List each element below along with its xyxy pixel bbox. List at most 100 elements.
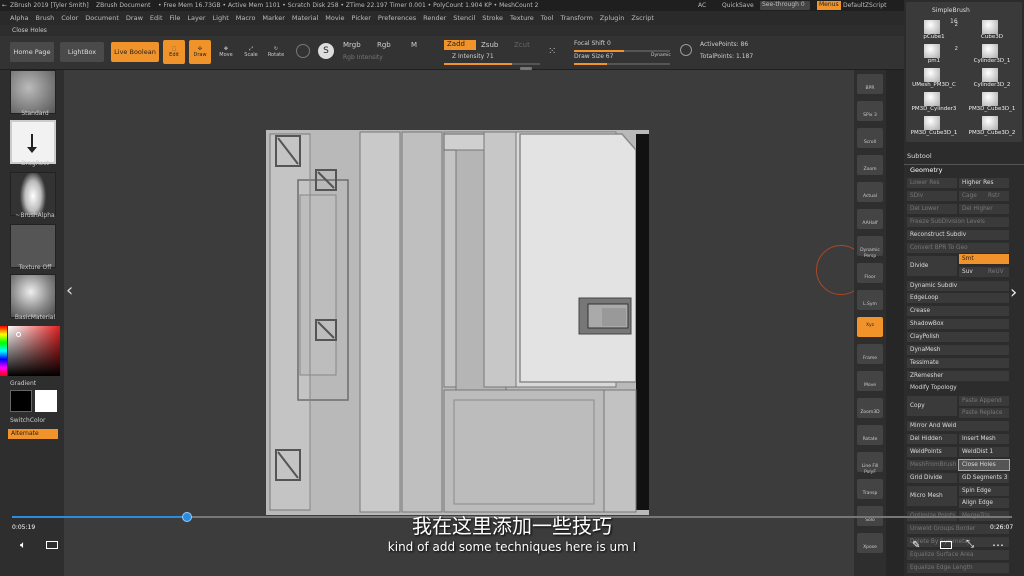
hue-strip[interactable] xyxy=(0,326,7,376)
geometry-paste-replace[interactable]: Paste Replace xyxy=(959,408,1009,418)
geometry-spin-edge[interactable]: Spin Edge xyxy=(959,486,1009,496)
geometry-meshfrombrush[interactable]: MeshFromBrush xyxy=(907,460,957,470)
zcut-button[interactable]: Zcut xyxy=(514,41,530,49)
color-picker[interactable] xyxy=(8,326,60,376)
menu-item-picker[interactable]: Picker xyxy=(352,14,371,22)
menu-item-layer[interactable]: Layer xyxy=(187,14,205,22)
menu-item-color[interactable]: Color xyxy=(61,14,78,22)
geometry-reuv[interactable]: ReUV xyxy=(985,267,1009,277)
geometry-modify-topology[interactable]: Modify Topology xyxy=(907,383,1009,393)
subtool-item[interactable]: Cylinder3D_1 xyxy=(964,44,1020,66)
geometry-dynamic-subdiv[interactable]: Dynamic Subdiv xyxy=(907,281,1009,291)
menu-item-movie[interactable]: Movie xyxy=(325,14,344,22)
geometry-insert-mesh[interactable]: Insert Mesh xyxy=(959,434,1009,444)
dragrect-stroke-thumbnail[interactable] xyxy=(10,120,56,164)
dynamic-button[interactable]: Dynamic xyxy=(651,53,671,58)
menu-item-preferences[interactable]: Preferences xyxy=(378,14,416,22)
menu-item-file[interactable]: File xyxy=(170,14,181,22)
menu-item-light[interactable]: Light xyxy=(213,14,229,22)
seethrough-slider[interactable]: See-through 0 xyxy=(760,1,810,10)
geometry-zremesher[interactable]: ZRemesher xyxy=(907,371,1009,381)
geometry-micro-mesh[interactable]: Micro Mesh xyxy=(907,486,957,506)
subtool-item[interactable]: Cylinder3D_2 xyxy=(964,68,1020,90)
geometry-lower-res[interactable]: Lower Res xyxy=(907,178,957,188)
move-button[interactable]: ✥ Move xyxy=(215,40,237,64)
menu-item-texture[interactable]: Texture xyxy=(510,14,534,22)
menu-item-material[interactable]: Material xyxy=(292,14,318,22)
menu-item-zplugin[interactable]: Zplugin xyxy=(600,14,625,22)
geometry-del-hidden[interactable]: Del Hidden xyxy=(907,434,957,444)
geometry-rstr[interactable]: Rstr xyxy=(985,191,1009,201)
menu-item-edit[interactable]: Edit xyxy=(150,14,163,22)
rtool-actual[interactable]: Actual xyxy=(857,182,883,202)
menu-item-brush[interactable]: Brush xyxy=(35,14,54,22)
geometry-reconstruct[interactable]: Reconstruct Subdiv xyxy=(907,230,1009,240)
sphere-icon[interactable] xyxy=(296,44,310,58)
rtool-zoom3d[interactable]: Zoom3D xyxy=(857,398,883,418)
rtool-frame[interactable]: Frame xyxy=(857,344,883,364)
rtool-line-fill-polyf[interactable]: Line Fill PolyF xyxy=(857,452,883,475)
menus-button[interactable]: Menus xyxy=(817,1,841,10)
draw-button[interactable]: ✣ Draw xyxy=(189,40,211,64)
home-page-button[interactable]: Home Page xyxy=(10,42,54,62)
subtool-item[interactable]: pCube1 2 xyxy=(906,20,962,42)
geometry-grid-divide[interactable]: Grid Divide xyxy=(907,473,957,483)
alternate-button[interactable]: Alternate xyxy=(8,429,58,439)
z-intensity-slider[interactable] xyxy=(444,63,540,65)
material-thumbnail[interactable] xyxy=(10,274,56,318)
live-boolean-button[interactable]: Live Boolean xyxy=(111,42,159,62)
menu-item-transform[interactable]: Transform xyxy=(560,14,592,22)
rtool-dynamic-persp[interactable]: Dynamic Persp xyxy=(857,236,883,259)
scale-button[interactable]: ⤢ Scale xyxy=(240,40,262,64)
default-zscript[interactable]: DefaultZScript xyxy=(843,2,886,9)
subtool-item[interactable]: UMesh_PM3D_C xyxy=(906,68,962,90)
mrgb-button[interactable]: Mrgb xyxy=(343,41,361,49)
rtool-l-sym[interactable]: L.Sym xyxy=(857,290,883,310)
rotate-button[interactable]: ↻ Rotate xyxy=(265,40,287,64)
standard-brush-thumbnail[interactable] xyxy=(10,70,56,114)
pen-icon[interactable]: ✎ xyxy=(912,540,920,551)
menu-item-stencil[interactable]: Stencil xyxy=(453,14,475,22)
menu-item-render[interactable]: Render xyxy=(423,14,446,22)
chevron-right-icon[interactable]: › xyxy=(1010,282,1017,303)
dots-icon[interactable]: ⁙ xyxy=(548,46,560,58)
geometry-header[interactable]: Geometry xyxy=(910,166,942,174)
geometry-welddist[interactable]: WeldDist 1 xyxy=(959,447,1009,457)
zadd-button[interactable]: Zadd xyxy=(444,40,476,50)
geometry-tessimate[interactable]: Tessimate xyxy=(907,358,1009,368)
rtool-rotate[interactable]: Rotate xyxy=(857,425,883,445)
geometry-freeze[interactable]: Freeze SubDivision Levels xyxy=(907,217,1009,227)
rtool-scroll[interactable]: Scroll xyxy=(857,128,883,148)
captions-icon[interactable] xyxy=(46,541,58,549)
geometry-weldpoints[interactable]: WeldPoints xyxy=(907,447,957,457)
rtool-bpr[interactable]: BPR xyxy=(857,74,883,94)
geometry-equalize-edge[interactable]: Equalize Edge Length xyxy=(907,563,1009,573)
ac-label[interactable]: AC xyxy=(698,2,706,9)
geometry-close-holes[interactable]: Close Holes xyxy=(958,459,1010,471)
geometry-mirror-weld[interactable]: Mirror And Weld xyxy=(907,421,1009,431)
s-mode-icon[interactable]: S xyxy=(318,43,334,59)
geometry-copy[interactable]: Copy xyxy=(907,396,957,416)
edit-button[interactable]: ⬚ Edit xyxy=(163,40,185,64)
subtool-item[interactable]: PM3D_Cube3D_2 xyxy=(964,116,1020,138)
subtool-item[interactable]: PM3D_Cube3D_1 xyxy=(906,116,962,138)
texture-thumbnail[interactable] xyxy=(10,224,56,268)
rtool-floor[interactable]: Floor xyxy=(857,263,883,283)
rgb-button[interactable]: Rgb xyxy=(377,41,391,49)
geometry-paste-append[interactable]: Paste Append xyxy=(959,396,1009,406)
subtool-item[interactable]: PM3D_Cylinder3 xyxy=(906,92,962,114)
rgb-intensity-slider[interactable]: Rgb Intensity xyxy=(343,54,383,61)
menu-item-marker[interactable]: Marker xyxy=(262,14,284,22)
draw-size-slider[interactable] xyxy=(574,63,670,65)
menu-item-tool[interactable]: Tool xyxy=(541,14,554,22)
volume-icon[interactable]: 🔈︎ xyxy=(20,540,26,551)
rtool-transp[interactable]: Transp xyxy=(857,479,883,499)
rtool-xyz[interactable]: Xyz xyxy=(857,317,883,337)
lightbox-button[interactable]: LightBox xyxy=(60,42,104,62)
menu-item-document[interactable]: Document xyxy=(85,14,119,22)
focal-shift-slider[interactable] xyxy=(574,50,670,52)
back-arrow-icon[interactable]: ← xyxy=(2,2,7,9)
quicksave-button[interactable]: QuickSave xyxy=(722,2,754,9)
geometry-divide[interactable]: Divide xyxy=(907,256,957,276)
subtool-header[interactable]: Subtool xyxy=(907,152,932,160)
